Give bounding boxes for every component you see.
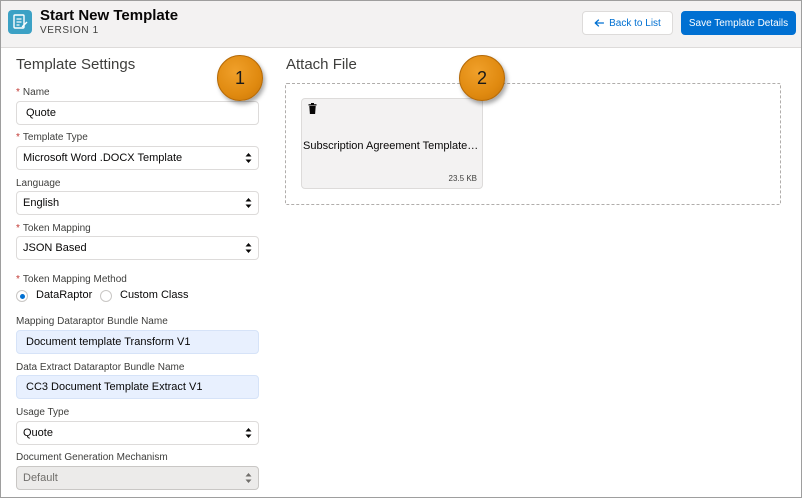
back-arrow-icon (594, 19, 605, 27)
template-type-value: Microsoft Word .DOCX Template (23, 152, 183, 164)
select-arrows-icon (245, 473, 252, 483)
extract-bundle-label: Data Extract Dataraptor Bundle Name (16, 362, 185, 373)
language-select[interactable]: English (16, 191, 259, 215)
template-icon (8, 10, 32, 34)
page-version: VERSION 1 (40, 25, 99, 36)
page-title: Start New Template (40, 7, 179, 24)
template-editor-window: Start New Template VERSION 1 Back to Lis… (0, 0, 802, 498)
token-mapping-method-label: * Token Mapping Method (16, 274, 127, 285)
generation-mechanism-select: Default (16, 466, 259, 490)
name-label: * Name (16, 87, 50, 98)
select-arrows-icon (245, 153, 252, 163)
template-type-select[interactable]: Microsoft Word .DOCX Template (16, 146, 259, 170)
template-settings-heading: Template Settings (16, 56, 136, 73)
callout-marker-2: 2 (459, 55, 505, 101)
dataraptor-radio[interactable] (16, 290, 28, 302)
usage-type-value: Quote (23, 427, 53, 439)
select-arrows-icon (245, 243, 252, 253)
custom-class-radio[interactable] (100, 290, 112, 302)
back-to-list-label: Back to List (609, 17, 661, 29)
mapping-bundle-input[interactable]: Document template Transform V1 (16, 330, 259, 354)
custom-class-radio-label[interactable]: Custom Class (120, 289, 188, 301)
generation-mechanism-value: Default (23, 472, 58, 484)
required-marker: * (16, 223, 20, 234)
select-arrows-icon (245, 428, 252, 438)
token-mapping-select[interactable]: JSON Based (16, 236, 259, 260)
template-type-label: * Template Type (16, 132, 88, 143)
extract-bundle-input[interactable]: CC3 Document Template Extract V1 (16, 375, 259, 399)
attached-file-size: 23.5 KB (448, 174, 477, 183)
token-mapping-value: JSON Based (23, 242, 87, 254)
callout-marker-1: 1 (217, 55, 263, 101)
trash-icon[interactable] (308, 103, 317, 114)
attach-file-heading: Attach File (286, 56, 357, 73)
attached-file-card[interactable]: Subscription Agreement TemplateV1.docx 2… (301, 98, 484, 189)
name-input[interactable]: Quote (16, 101, 259, 125)
required-marker: * (16, 132, 20, 143)
required-marker: * (16, 87, 20, 98)
language-value: English (23, 197, 60, 209)
token-mapping-label: * Token Mapping (16, 223, 91, 234)
usage-type-label: Usage Type (16, 407, 70, 418)
dataraptor-radio-label[interactable]: DataRaptor (36, 289, 92, 301)
usage-type-select[interactable]: Quote (16, 421, 259, 445)
required-marker: * (16, 274, 20, 285)
generation-mechanism-label: Document Generation Mechanism (16, 452, 168, 463)
attached-file-name: Subscription Agreement TemplateV1.docx (303, 140, 484, 152)
back-to-list-button[interactable]: Back to List (582, 11, 673, 35)
select-arrows-icon (245, 198, 252, 208)
mapping-bundle-label: Mapping Dataraptor Bundle Name (16, 316, 168, 327)
page-header: Start New Template VERSION 1 Back to Lis… (1, 1, 801, 48)
language-label: Language (16, 178, 61, 189)
save-template-details-button[interactable]: Save Template Details (681, 11, 796, 35)
